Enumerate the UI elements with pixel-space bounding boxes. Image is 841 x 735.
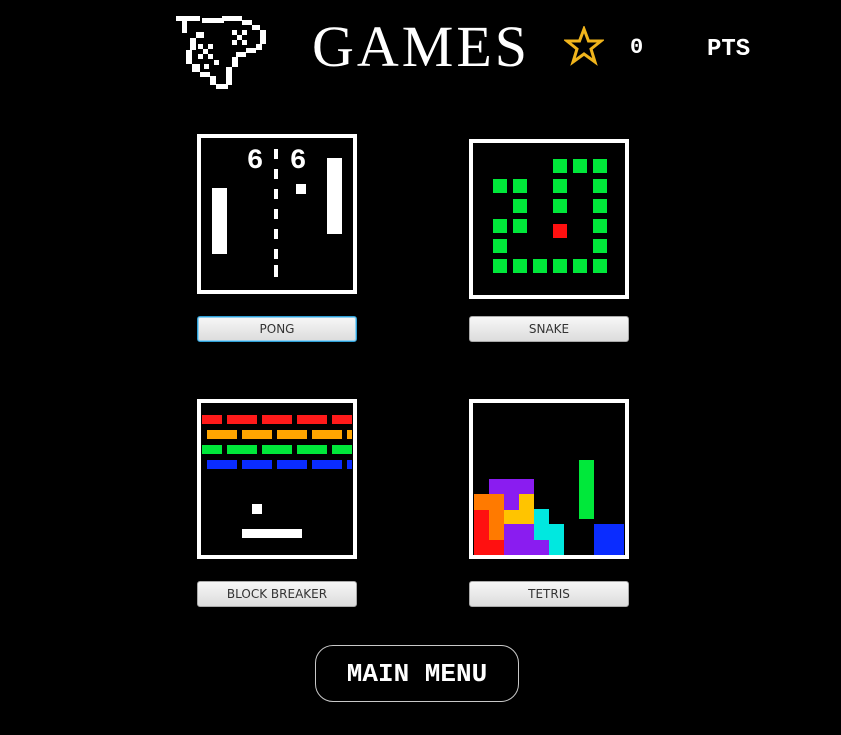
tetris-button[interactable]: TETRIS bbox=[469, 581, 629, 607]
block-breaker-button[interactable]: BLOCK BREAKER bbox=[197, 581, 357, 607]
block-breaker-button-label: BLOCK BREAKER bbox=[226, 587, 328, 601]
tetris-button-label: TETRIS bbox=[528, 587, 570, 601]
pong-button[interactable]: PONG bbox=[197, 316, 357, 342]
snake-button[interactable]: SNAKE bbox=[469, 316, 629, 342]
pong-score-right: 6 bbox=[290, 146, 307, 177]
pong-score-left: 6 bbox=[247, 146, 264, 177]
star-icon bbox=[562, 24, 606, 66]
snake-thumbnail[interactable] bbox=[469, 139, 629, 299]
tetris-thumbnail[interactable] bbox=[469, 399, 629, 559]
page-title: GAMES bbox=[312, 14, 531, 79]
pong-thumbnail[interactable]: 6 6 bbox=[197, 134, 357, 294]
score-value: 0 bbox=[630, 35, 644, 60]
main-menu-button-label: MAIN MENU bbox=[346, 658, 488, 689]
block-breaker-thumbnail[interactable] bbox=[197, 399, 357, 559]
score-unit: PTS bbox=[707, 36, 751, 63]
snake-button-label: SNAKE bbox=[528, 322, 570, 336]
pong-button-label: PONG bbox=[259, 322, 295, 336]
gamepad-icon bbox=[172, 14, 272, 92]
main-menu-button[interactable]: MAIN MENU bbox=[315, 645, 519, 702]
